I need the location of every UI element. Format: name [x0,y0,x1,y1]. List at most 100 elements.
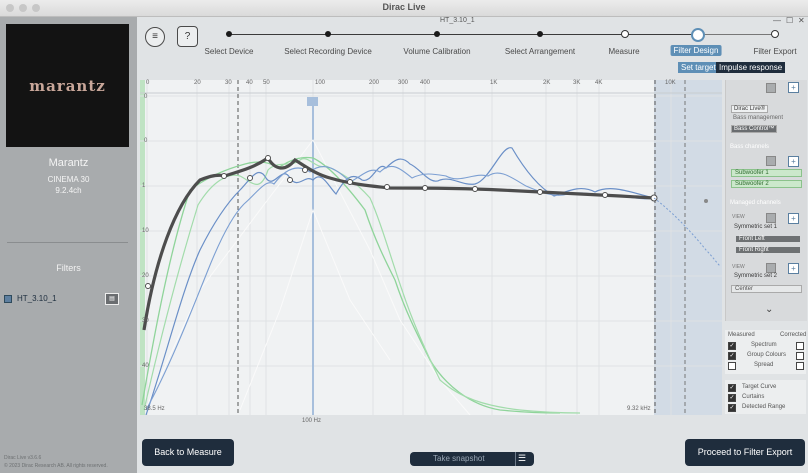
spectrum-corrected-checkbox[interactable] [796,342,804,350]
freq-tick: 200 [369,80,380,86]
tab-impulse-response[interactable]: Impulse response [716,62,786,73]
take-snapshot-button[interactable]: Take snapshot ☰ [410,452,534,466]
step-dot[interactable] [621,30,629,38]
step-dot[interactable] [771,30,779,38]
freq-tick: 4K [595,80,603,86]
chevron-down-icon[interactable]: ⌄ [765,304,773,315]
version-text: Dirac Live v3.6.6 [4,455,42,461]
freq-tick: 50 [263,80,270,86]
set-label: Symmetric set 2 [734,273,778,279]
view-label: VIEW [732,264,745,270]
freq-tick: 400 [420,80,431,86]
view-icon[interactable] [766,156,776,166]
option-label: Spread [754,362,774,368]
step-select-device[interactable]: Select Device [205,47,254,56]
y-tick: 0 [144,138,148,144]
low-limit-label: 38.5 Hz [144,406,165,412]
filter-item[interactable]: HT_3.10_1 ▤ [4,293,122,307]
step-volume-calibration[interactable]: Volume Calibration [403,47,470,56]
y-tick: 1 [142,183,146,189]
group-dirac-live[interactable]: Dirac Live® [731,105,769,113]
freq-tick: 20 [194,80,201,86]
channel-subwoofer-1[interactable]: Subwoofer 1 [731,169,802,177]
option-label: Group Colours [747,352,787,358]
freq-tick: 40 [246,80,253,86]
target-curve-checkbox[interactable]: ✓ [728,384,736,392]
view-icon[interactable] [766,83,776,93]
add-group-icon[interactable]: + [788,82,799,93]
filter-status-icon [4,295,12,303]
spread-corrected-checkbox[interactable] [796,362,804,370]
view-icon[interactable] [766,213,776,223]
group-bass-control[interactable]: Bass Control™ [731,125,778,133]
detected-range-checkbox[interactable]: ✓ [728,404,736,412]
freq-tick: 30 [225,80,232,86]
help-button[interactable]: ? [177,26,198,47]
freq-tick: 300 [398,80,409,86]
close-icon[interactable]: ✕ [798,16,805,25]
measured-heading: Measured [728,332,755,338]
step-dot[interactable] [537,31,543,37]
device-model: CINEMA 30 [47,175,90,184]
add-channel-icon[interactable]: + [788,213,799,224]
managed-channels-heading: Managed channels [730,200,781,206]
spread-measured-checkbox[interactable] [728,362,736,370]
step-select-recording-device[interactable]: Select Recording Device [284,47,372,56]
snapshot-list-icon[interactable]: ☰ [518,453,526,464]
group-colours-corrected-checkbox[interactable] [796,352,804,360]
copyright-text: © 2023 Dirac Research AB. All rights res… [4,463,108,469]
maximize-icon[interactable]: ☐ [786,16,793,25]
option-label: Target Curve [742,384,777,390]
curve-options-panel: ✓ Target Curve ✓ Curtains ✓ Detected Ran… [725,380,806,414]
step-dot-active[interactable] [691,28,705,42]
add-channel-icon[interactable]: + [788,263,799,274]
freq-tick: 2K [543,80,551,86]
curtains-checkbox[interactable]: ✓ [728,394,736,402]
minimize-icon[interactable]: — [773,16,781,25]
group-colours-measured-checkbox[interactable]: ✓ [728,352,736,360]
back-to-measure-button[interactable]: Back to Measure [142,439,234,466]
step-dot[interactable] [325,31,331,37]
cursor-frequency-label: 100 Hz [302,418,322,424]
freq-tick: 3K [573,80,581,86]
device-name: Marantz [48,157,89,169]
high-limit-label: 9.32 kHz [627,406,651,412]
view-icon[interactable] [766,263,776,273]
channel-front-right[interactable]: Front Right [736,247,800,253]
channel-center[interactable]: Center [731,285,802,293]
add-channel-icon[interactable]: + [788,156,799,167]
y-tick: 30 [142,318,149,324]
sidebar-divider [7,242,128,243]
step-filter-design[interactable]: Filter Design [670,45,722,56]
high-curtain[interactable] [654,80,722,415]
channel-panel: + Dirac Live® Bass management Bass Contr… [725,80,807,321]
filter-label: HT_3.10_1 [17,294,57,303]
y-tick: 20 [142,273,149,279]
proceed-to-filter-export-button[interactable]: Proceed to Filter Export [685,439,805,466]
channel-subwoofer-2[interactable]: Subwoofer 2 [731,180,802,188]
filter-options-icon[interactable]: ▤ [105,293,119,305]
step-measure[interactable]: Measure [608,47,639,56]
window-title: Dirac Live [382,2,426,12]
step-filter-export[interactable]: Filter Export [753,47,796,56]
step-dot[interactable] [226,31,232,37]
device-logo: marantz [6,24,129,147]
freq-tick: 1K [490,80,498,86]
freq-tick: 0 [146,80,150,86]
frequency-cursor-handle[interactable] [307,97,318,106]
corrected-heading: Corrected [780,332,807,338]
channel-front-left[interactable]: Front Left [736,236,800,242]
tab-set-target[interactable]: Set target [678,62,719,73]
step-select-arrangement[interactable]: Select Arrangement [505,47,575,56]
project-name: HT_3.10_1 [440,17,475,24]
set-label: Symmetric set 1 [734,224,778,230]
step-dot[interactable] [434,31,440,37]
response-plot[interactable] [140,80,722,415]
freq-tick: 10K [665,80,676,86]
group-bass-management[interactable]: Bass management [731,115,785,121]
spectrum-measured-checkbox[interactable]: ✓ [728,342,736,350]
take-snapshot-label: Take snapshot [433,454,485,463]
y-tick: 0 [144,94,148,100]
menu-button[interactable]: ≡ [145,27,165,47]
view-label: VIEW [732,214,745,220]
